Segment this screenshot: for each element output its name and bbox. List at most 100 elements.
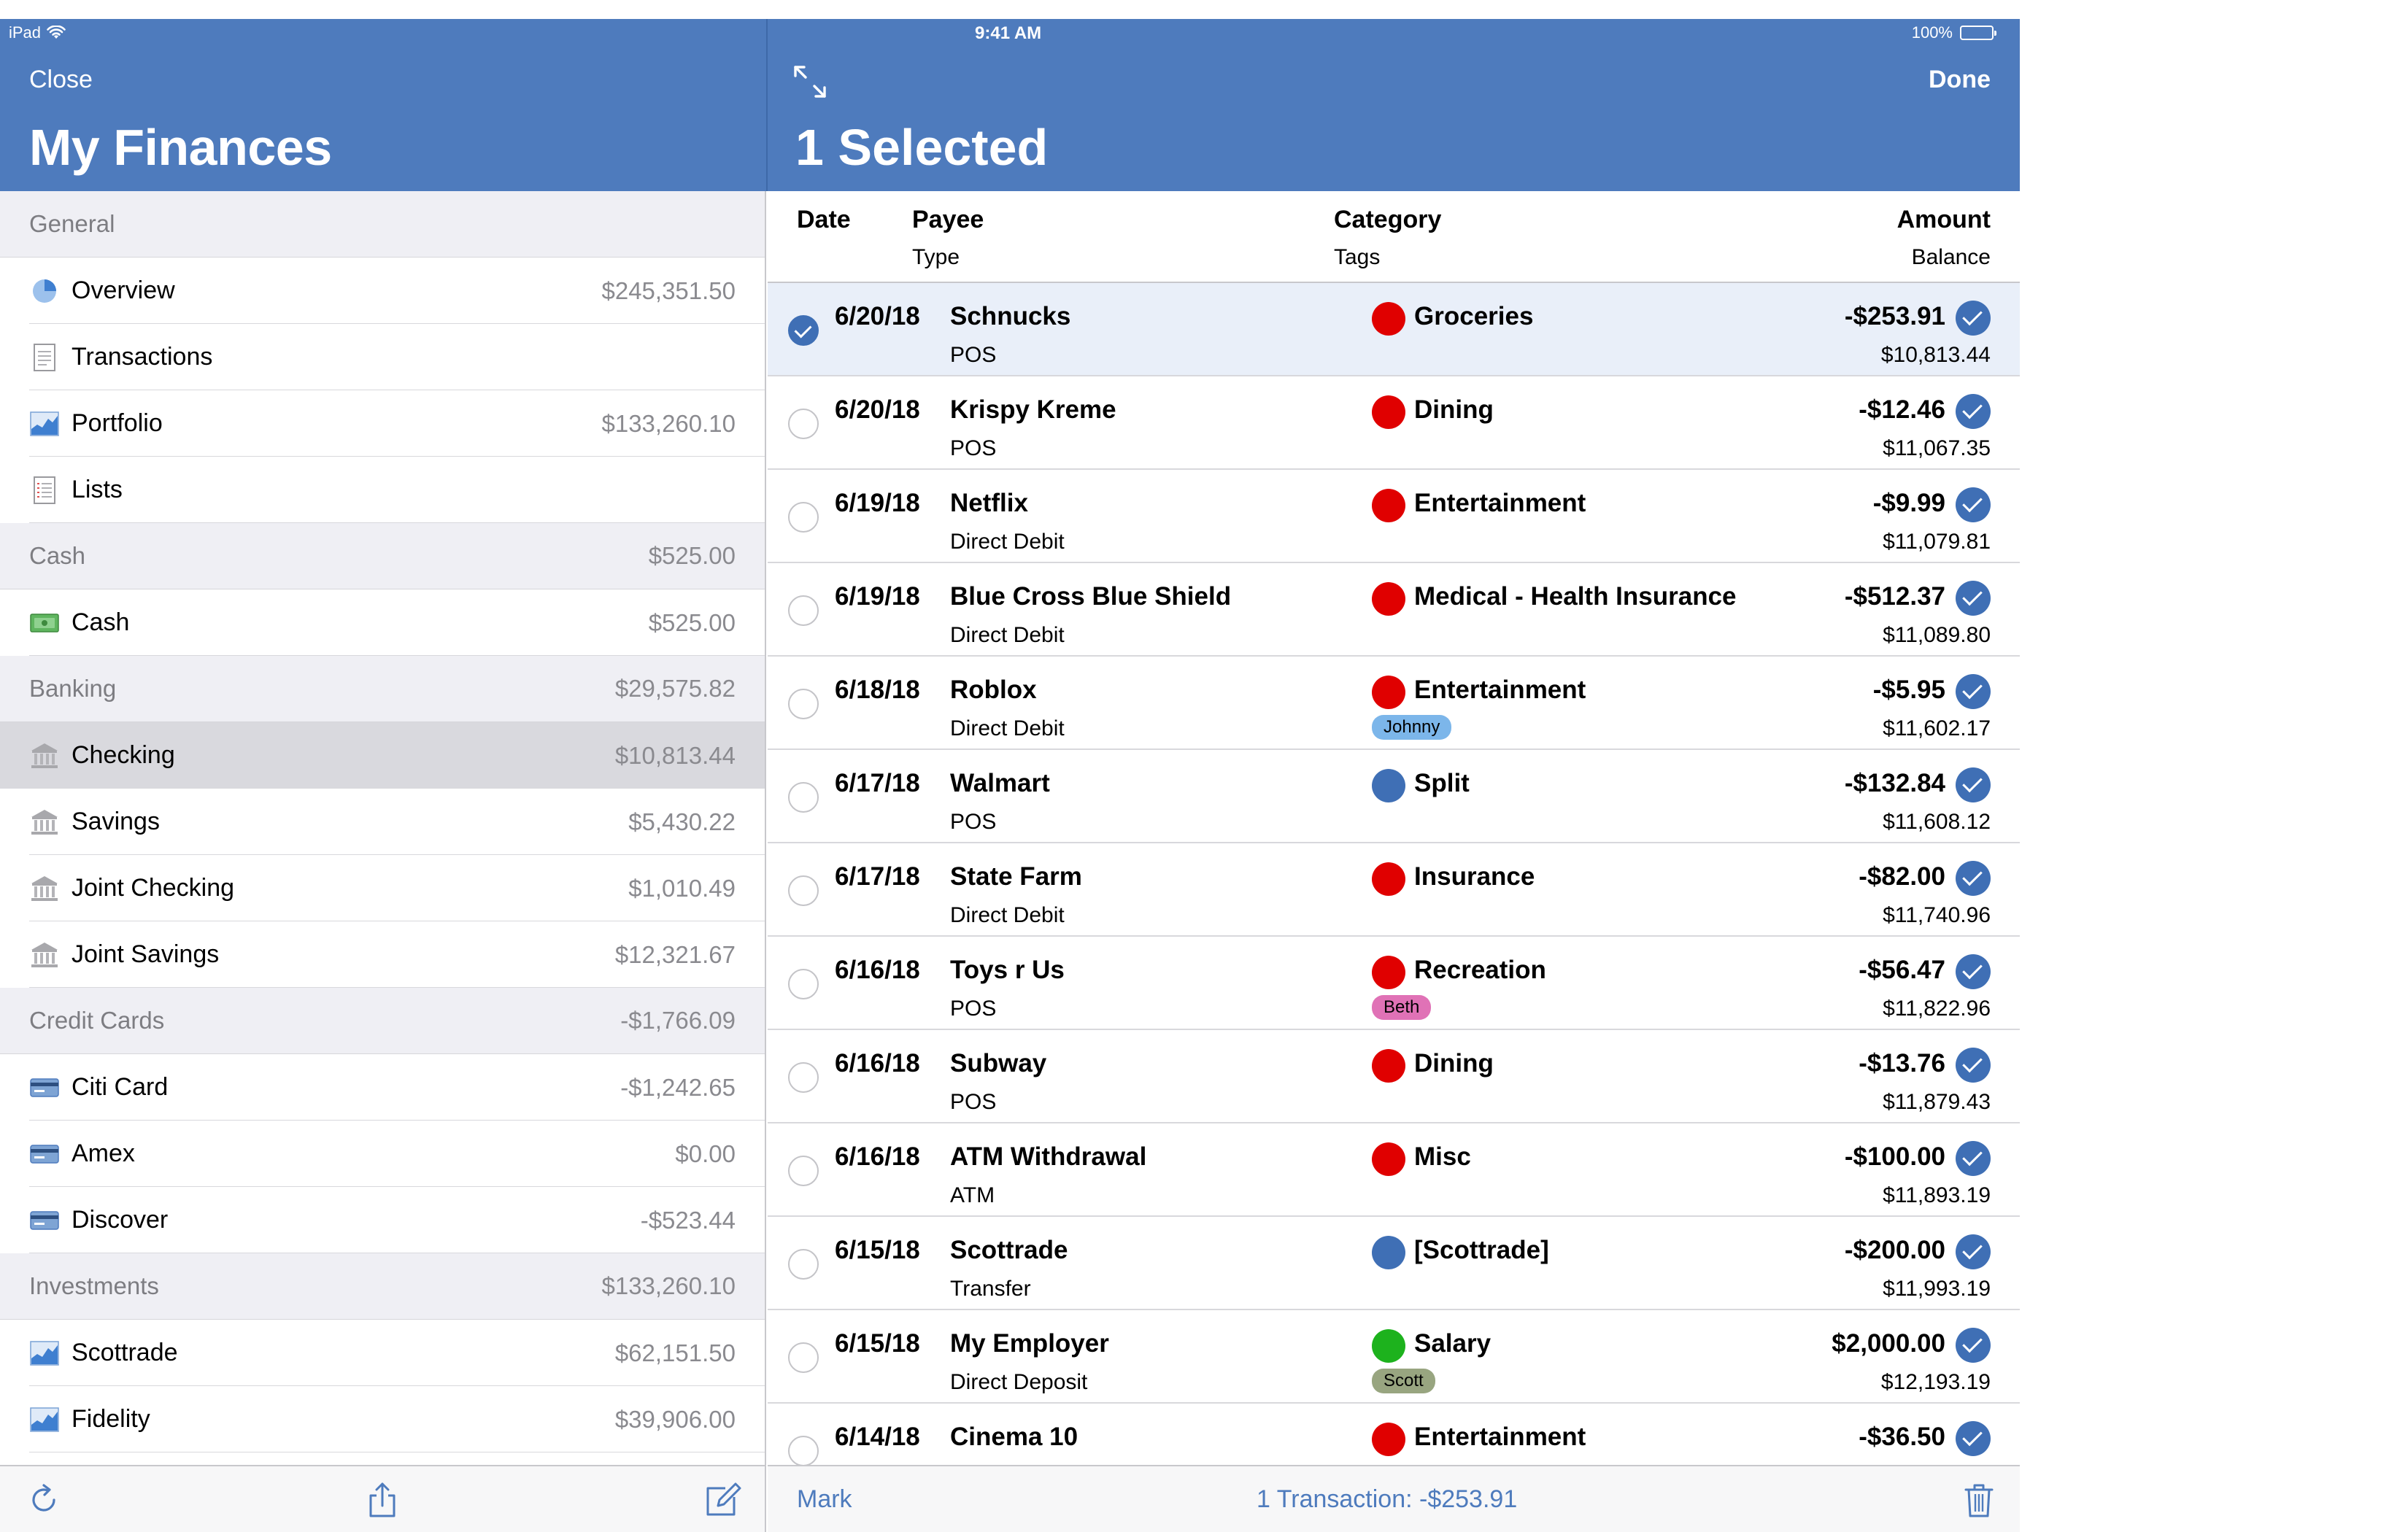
- transaction-payee: ATM Withdrawal: [950, 1142, 1147, 1171]
- sidebar-row-value: $10,813.44: [614, 741, 736, 769]
- cleared-check-icon[interactable]: [1956, 1141, 1991, 1176]
- transaction-row[interactable]: 6/15/18 My Employer Direct Deposit Salary $2…: [768, 1310, 2020, 1404]
- column-tags[interactable]: Tags: [1334, 245, 1380, 270]
- select-radio[interactable]: [788, 782, 819, 813]
- transaction-row[interactable]: 6/19/18 Netflix Direct Debit Entertainment -…: [768, 470, 2020, 563]
- transaction-amount: -$100.00: [1844, 1142, 1945, 1171]
- transaction-payee: Schnucks: [950, 302, 1071, 330]
- cleared-check-icon[interactable]: [1956, 487, 1991, 522]
- category-color-dot: [1372, 302, 1405, 336]
- column-balance[interactable]: Balance: [1912, 245, 1991, 270]
- credit-card-icon: [29, 1141, 60, 1167]
- select-radio[interactable]: [788, 969, 819, 999]
- trash-icon[interactable]: [1960, 1481, 1998, 1519]
- sidebar-item-vanguard[interactable]: Vanguard$31,202.60: [0, 1452, 765, 1465]
- app-window: iPad 9:41 AM 100% Close My Finances Done…: [0, 19, 2020, 1532]
- sidebar-row-label: Scottrade: [72, 1339, 178, 1366]
- column-amount[interactable]: Amount: [1897, 206, 1991, 234]
- sidebar-item-checking[interactable]: Checking $10,813.44: [0, 722, 765, 789]
- cleared-check-icon[interactable]: [1956, 954, 1991, 989]
- column-payee[interactable]: Payee: [912, 206, 984, 234]
- sidebar-item-portfolio[interactable]: Portfolio $133,260.10: [0, 390, 765, 457]
- status-battery: 100%: [1911, 23, 1996, 42]
- status-device: iPad: [9, 23, 66, 42]
- transaction-row[interactable]: 6/17/18 State Farm Direct Debit Insurance -$…: [768, 843, 2020, 937]
- sidebar-item-fidelity[interactable]: Fidelity $39,906.00: [0, 1386, 765, 1452]
- transaction-date: 6/14/18: [835, 1423, 920, 1451]
- transaction-amount: $2,000.00: [1832, 1329, 1945, 1358]
- cleared-check-icon[interactable]: [1956, 394, 1991, 429]
- sidebar-row-label: Citi Card: [72, 1073, 169, 1101]
- select-radio[interactable]: [788, 595, 819, 626]
- transaction-row[interactable]: 6/20/18 Krispy Kreme POS Dining -$12.46 $11,0…: [768, 376, 2020, 470]
- share-icon[interactable]: [363, 1481, 401, 1519]
- transaction-row[interactable]: 6/18/18 Roblox Direct Debit Entertainment -$…: [768, 657, 2020, 750]
- cleared-check-icon[interactable]: [1956, 581, 1991, 616]
- document-icon: [29, 343, 60, 371]
- column-type[interactable]: Type: [912, 245, 960, 270]
- category-color-dot: [1372, 489, 1405, 522]
- sidebar-row-label: Lists: [72, 476, 123, 503]
- cleared-check-icon[interactable]: [1956, 301, 1991, 336]
- expand-icon[interactable]: [791, 63, 829, 101]
- sidebar-item-overview[interactable]: Overview $245,351.50: [0, 258, 765, 324]
- cleared-check-icon[interactable]: [1956, 1421, 1991, 1456]
- transaction-category: Insurance: [1414, 862, 1535, 891]
- transaction-row[interactable]: 6/16/18 Toys r Us POS Recreation -$56.47 $11,…: [768, 937, 2020, 1030]
- cleared-check-icon[interactable]: [1956, 861, 1991, 896]
- select-radio[interactable]: [788, 502, 819, 533]
- transaction-row[interactable]: 6/17/18 Walmart POS Split -$132.84 $11,608.12: [768, 750, 2020, 843]
- sidebar-item-cash[interactable]: Cash $525.00: [0, 589, 765, 656]
- transaction-row[interactable]: 6/16/18 ATM Withdrawal ATM Misc -$100.00 $11,…: [768, 1123, 2020, 1217]
- battery-percent: 100%: [1911, 23, 1953, 42]
- cleared-check-icon[interactable]: [1956, 674, 1991, 709]
- select-radio[interactable]: [788, 875, 819, 906]
- cleared-check-icon[interactable]: [1956, 1048, 1991, 1083]
- transaction-amount: -$82.00: [1859, 862, 1945, 891]
- cleared-check-icon[interactable]: [1956, 1234, 1991, 1269]
- done-button[interactable]: Done: [1929, 66, 1991, 94]
- tag-badge: Scott: [1372, 1369, 1435, 1393]
- column-category[interactable]: Category: [1334, 206, 1441, 234]
- column-date[interactable]: Date: [797, 206, 851, 234]
- cleared-check-icon[interactable]: [1956, 767, 1991, 802]
- transaction-row[interactable]: 6/19/18 Blue Cross Blue Shield Direct Debi…: [768, 563, 2020, 657]
- sidebar-row-value: -$1,242.65: [620, 1073, 736, 1101]
- sidebar-row-label: Savings: [72, 808, 160, 835]
- bank-icon: [29, 942, 60, 968]
- mark-button[interactable]: Mark: [797, 1485, 852, 1514]
- transaction-type: Direct Debit: [950, 623, 1065, 647]
- sidebar-item-citi-card[interactable]: Citi Card -$1,242.65: [0, 1054, 765, 1121]
- select-radio[interactable]: [788, 1436, 819, 1465]
- close-button[interactable]: Close: [29, 66, 93, 94]
- transaction-balance: $11,822.96: [1883, 997, 1991, 1021]
- transaction-date: 6/19/18: [835, 489, 920, 517]
- select-radio[interactable]: [788, 315, 819, 346]
- refresh-icon[interactable]: [25, 1481, 63, 1519]
- category-color-dot: [1372, 676, 1405, 709]
- sidebar-item-savings[interactable]: Savings $5,430.22: [0, 789, 765, 855]
- transaction-row[interactable]: 6/15/18 Scottrade Transfer [Scottrade] -$200…: [768, 1217, 2020, 1310]
- sidebar-toolbar: [0, 1465, 766, 1532]
- sidebar-item-scottrade[interactable]: Scottrade $62,151.50: [0, 1320, 765, 1386]
- sidebar-item-transactions[interactable]: Transactions: [0, 324, 765, 390]
- select-radio[interactable]: [788, 1062, 819, 1093]
- transaction-row[interactable]: 6/14/18Cinema 10POSEntertainment-$36.50$…: [768, 1404, 2020, 1465]
- select-radio[interactable]: [788, 409, 819, 439]
- transaction-date: 6/20/18: [835, 395, 920, 424]
- sidebar-item-joint-savings[interactable]: Joint Savings $12,321.67: [0, 921, 765, 988]
- sidebar-row-value: -$1,766.09: [620, 1007, 736, 1034]
- select-radio[interactable]: [788, 689, 819, 719]
- sidebar-item-lists[interactable]: Lists: [0, 457, 765, 523]
- compose-icon[interactable]: [703, 1481, 741, 1519]
- select-radio[interactable]: [788, 1342, 819, 1373]
- sidebar-item-amex[interactable]: Amex $0.00: [0, 1121, 765, 1187]
- transaction-row[interactable]: 6/20/18 Schnucks POS Groceries -$253.91 $10,8…: [768, 283, 2020, 376]
- select-radio[interactable]: [788, 1249, 819, 1280]
- transaction-amount: -$200.00: [1844, 1236, 1945, 1264]
- cleared-check-icon[interactable]: [1956, 1328, 1991, 1363]
- transaction-row[interactable]: 6/16/18 Subway POS Dining -$13.76 $11,879.43: [768, 1030, 2020, 1123]
- sidebar-item-joint-checking[interactable]: Joint Checking $1,010.49: [0, 855, 765, 921]
- select-radio[interactable]: [788, 1156, 819, 1186]
- sidebar-item-discover[interactable]: Discover -$523.44: [0, 1187, 765, 1253]
